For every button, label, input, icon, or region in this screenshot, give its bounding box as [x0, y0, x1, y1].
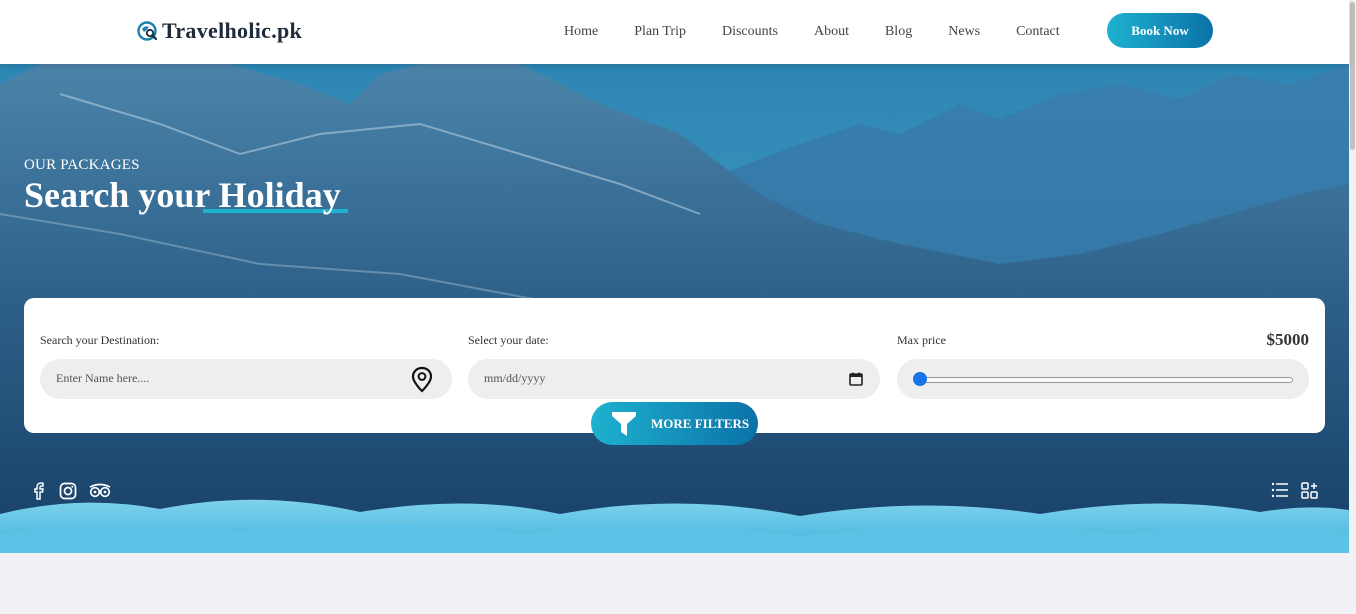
logo[interactable]: Travelholic.pk [137, 18, 302, 44]
vertical-scrollbar[interactable] [1349, 0, 1356, 553]
destination-placeholder: Enter Name here.... [56, 371, 150, 385]
more-filters-label: MORE FILTERS [651, 415, 750, 431]
hero-eyebrow: OUR PACKAGES [24, 157, 140, 173]
date-placeholder: mm/dd/yyyy [484, 371, 546, 385]
date-field[interactable]: mm/dd/yyyy [468, 359, 880, 399]
hero-title: Search your Holiday [24, 175, 341, 215]
grid-view-icon[interactable] [1301, 482, 1318, 504]
max-price-label: Max price [897, 333, 946, 347]
nav-about[interactable]: About [814, 24, 849, 40]
nav-news[interactable]: News [948, 24, 980, 40]
location-pin-icon[interactable] [409, 366, 435, 393]
list-view-icon[interactable] [1271, 482, 1289, 504]
funnel-icon [612, 411, 636, 436]
globe-search-icon [137, 21, 158, 41]
site-header: Travelholic.pk Home Plan Trip Discounts … [0, 0, 1349, 64]
date-label: Select your date: [468, 333, 549, 347]
max-price-value: $5000 [1266, 330, 1310, 349]
calendar-icon[interactable] [849, 372, 863, 386]
price-slider-track[interactable] [917, 377, 1293, 383]
nav-discounts[interactable]: Discounts [722, 24, 778, 40]
tripadvisor-icon[interactable] [89, 483, 111, 504]
facebook-icon[interactable] [31, 482, 47, 505]
page: Travelholic.pk Home Plan Trip Discounts … [0, 0, 1356, 614]
logo-text: Travelholic.pk [162, 18, 303, 43]
destination-label: Search your Destination: [40, 333, 160, 347]
scrollbar-thumb[interactable] [1350, 2, 1355, 150]
more-filters-button[interactable]: MORE FILTERS [591, 402, 758, 445]
destination-field[interactable]: Enter Name here.... [40, 359, 452, 399]
nav-home[interactable]: Home [564, 24, 598, 40]
social-links [31, 482, 123, 505]
price-slider-field[interactable] [897, 359, 1309, 399]
nav-blog[interactable]: Blog [885, 24, 912, 40]
main-nav: Home Plan Trip Discounts About Blog News… [546, 0, 1096, 64]
hero-banner: OUR PACKAGES Search your Holiday Search … [0, 64, 1349, 553]
nav-plan-trip[interactable]: Plan Trip [634, 24, 686, 40]
nav-contact[interactable]: Contact [1016, 24, 1060, 40]
instagram-icon[interactable] [59, 482, 77, 505]
price-slider-thumb[interactable] [913, 372, 927, 386]
book-now-button[interactable]: Book Now [1107, 13, 1213, 48]
view-toggle [1271, 482, 1330, 504]
